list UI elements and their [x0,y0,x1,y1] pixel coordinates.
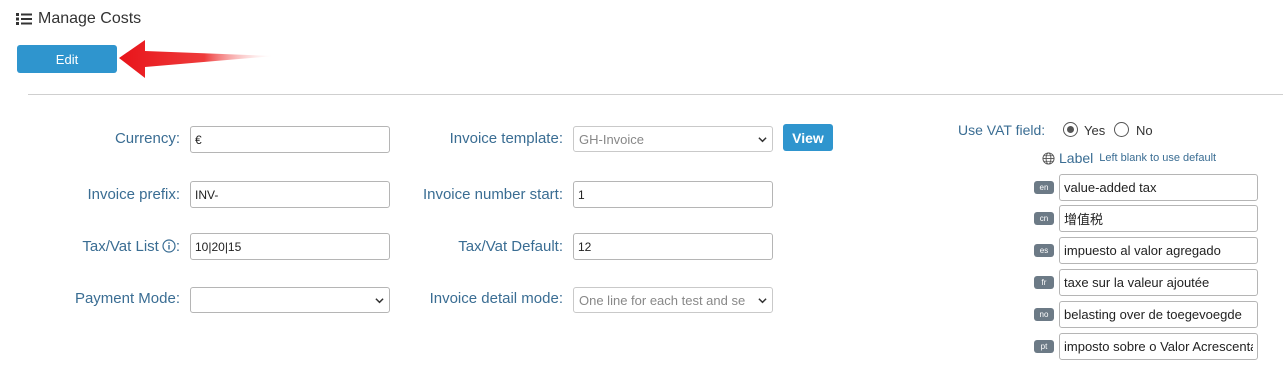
page-header: Manage Costs [16,10,141,28]
globe-icon [1042,151,1055,165]
vat-yes-label: Yes [1084,123,1106,138]
edit-button[interactable]: Edit [17,45,117,73]
invoice-template-value: GH-Invoice [579,131,645,147]
chevron-down-icon [758,298,767,304]
vat-no-label: No [1136,123,1153,138]
tax-vat-default-input[interactable] [573,233,773,260]
translation-input-en[interactable] [1059,174,1258,201]
invoice-template-select[interactable]: GH-Invoice [573,126,773,152]
use-vat-field-label: Use VAT field: [958,122,1046,138]
vat-yes-radio[interactable] [1063,122,1078,137]
page-title: Manage Costs [38,10,142,27]
invoice-detail-mode-value: One line for each test and se [579,292,746,308]
tax-vat-list-label: Tax/Vat List: [82,238,180,255]
invoice-detail-mode-label: Invoice detail mode: [429,290,563,307]
translation-input-fr[interactable] [1059,269,1258,296]
label-hint: Left blank to use default [1099,152,1217,164]
vat-no-radio[interactable] [1114,122,1129,137]
invoice-prefix-input[interactable] [190,181,390,208]
chevron-down-icon [758,137,767,143]
translation-input-es[interactable] [1059,237,1258,264]
translation-input-pt[interactable] [1059,333,1258,360]
chevron-down-icon [375,298,384,304]
lang-badge-en: en [1034,181,1054,194]
payment-mode-select[interactable] [190,287,390,313]
label-title: Label [1059,150,1094,166]
info-icon[interactable] [162,239,176,253]
invoice-prefix-label: Invoice prefix: [87,186,180,203]
invoice-number-start-input[interactable] [573,181,773,208]
list-icon [16,13,32,25]
lang-badge-fr: fr [1034,276,1054,289]
lang-badge-es: es [1034,244,1054,257]
translation-input-cn[interactable] [1059,205,1258,232]
payment-mode-label: Payment Mode: [74,290,180,307]
invoice-template-label: Invoice template: [449,130,563,147]
lang-badge-no: no [1034,308,1054,321]
lang-badge-cn: cn [1034,212,1054,225]
invoice-detail-mode-select[interactable]: One line for each test and se [573,287,773,313]
translation-label-row: Label Left blank to use default [1042,150,1216,166]
tax-vat-default-label: Tax/Vat Default: [458,238,563,255]
currency-input[interactable] [190,126,390,153]
view-button[interactable]: View [783,124,833,151]
lang-badge-pt: pt [1034,340,1054,353]
translation-input-no[interactable] [1059,301,1258,328]
invoice-number-start-label: Invoice number start: [422,186,563,203]
currency-label: Currency: [114,130,180,147]
divider [28,94,1283,95]
tax-vat-list-input[interactable] [190,233,390,260]
pointer-arrow-icon [119,40,274,78]
